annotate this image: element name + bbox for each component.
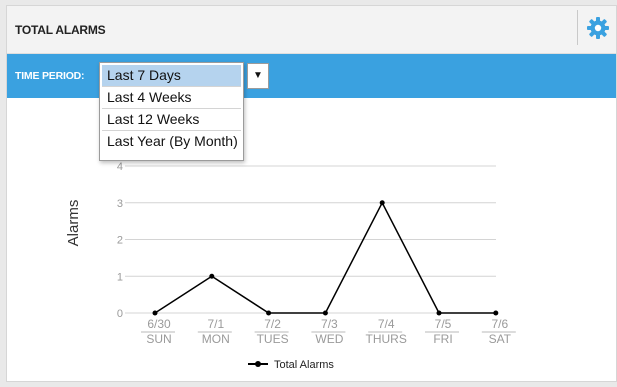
y-tick-label: 0: [117, 308, 123, 320]
legend-label: Total Alarms: [274, 359, 334, 371]
data-point: [436, 310, 442, 316]
x-tick-date: 7/2: [264, 317, 281, 331]
x-tick-day: WED: [315, 332, 343, 346]
y-tick-label: 3: [117, 198, 123, 210]
time-period-dropdown-list[interactable]: Last 7 Days Last 4 Weeks Last 12 Weeks L…: [99, 62, 244, 161]
x-tick-day: SAT: [489, 332, 512, 346]
y-tick-label: 4: [117, 161, 123, 173]
data-point: [152, 310, 158, 316]
series-line-total-alarms: [154, 201, 496, 314]
total-alarms-widget: TOTAL ALARMS TIME PERIOD: 0 1 2 3 4 Alar…: [6, 5, 617, 382]
data-point: [322, 310, 328, 316]
x-tick-day: SUN: [146, 332, 171, 346]
dropdown-toggle-button[interactable]: ▼: [247, 63, 269, 89]
data-point: [379, 200, 385, 206]
option-last-7-days[interactable]: Last 7 Days: [102, 65, 241, 87]
x-tick-date: 7/1: [207, 317, 224, 331]
data-point: [266, 310, 272, 316]
y-tick-label: 2: [117, 235, 123, 247]
x-tick-date: 7/5: [435, 317, 452, 331]
x-tick-date: 7/3: [321, 317, 338, 331]
caret-down-icon: ▼: [253, 70, 263, 81]
option-last-year-by-month[interactable]: Last Year (By Month): [102, 131, 241, 152]
y-axis-label: Alarms: [65, 200, 82, 247]
option-last-12-weeks[interactable]: Last 12 Weeks: [102, 109, 241, 131]
data-point: [493, 310, 499, 316]
chart-legend: Total Alarms: [248, 359, 334, 371]
x-tick-date: 7/6: [491, 317, 508, 331]
x-tick-day: FRI: [433, 332, 452, 346]
x-tick-day: MON: [202, 332, 230, 346]
data-point: [209, 273, 215, 279]
x-tick-date: 6/30: [147, 317, 171, 331]
option-last-4-weeks[interactable]: Last 4 Weeks: [102, 87, 241, 109]
x-tick-date: 7/4: [378, 317, 395, 331]
x-tick-day: THURS: [366, 332, 407, 346]
x-tick-day: TUES: [257, 332, 289, 346]
y-tick-label: 1: [117, 271, 123, 283]
